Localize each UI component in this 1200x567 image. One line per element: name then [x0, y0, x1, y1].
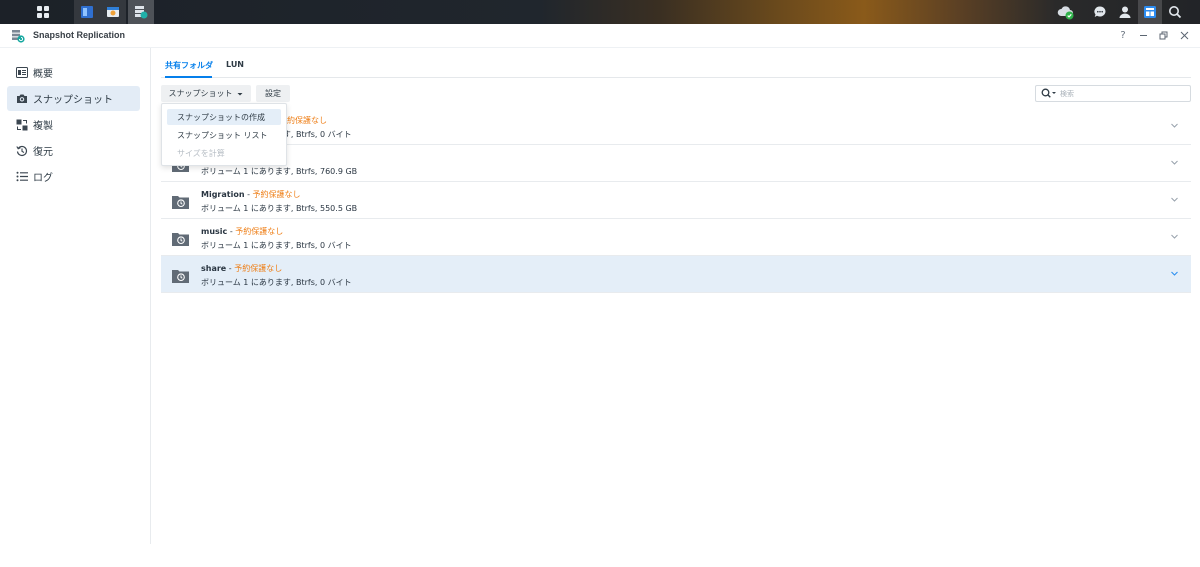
chevron-down-icon[interactable] [1170, 269, 1179, 278]
minimize-button[interactable] [1136, 28, 1150, 42]
search-input[interactable]: 検索 [1060, 89, 1074, 99]
grid-icon [37, 6, 49, 18]
menu-item-calculate-size: サイズを計算 [177, 148, 225, 158]
shared-folder-snapshot-icon [172, 270, 189, 283]
chevron-down-icon[interactable] [1170, 158, 1179, 167]
taskbar [0, 0, 1200, 24]
menu-item-snapshot-list[interactable]: スナップショット リスト [167, 127, 281, 143]
row-name: share - 予約保護なし [201, 264, 283, 273]
log-list-icon [16, 171, 28, 183]
control-panel-taskbar-button[interactable] [100, 0, 126, 24]
chat-bubble-icon [1094, 6, 1106, 17]
row-name: Migration - 予約保護なし [201, 190, 301, 199]
sidebar-item-replication[interactable]: 複製 [7, 112, 140, 137]
row-detail: ボリューム 1 にあります, Btrfs, 0 バイト [201, 241, 352, 250]
list-item[interactable]: ボリューム 1 にあります, Btrfs, 760.9 GB [161, 145, 1191, 182]
settings-button[interactable]: 設定 [256, 85, 290, 102]
cloud-check-icon [1057, 6, 1074, 20]
row-detail: ボリューム 1 にあります, Btrfs, 550.5 GB [201, 204, 358, 213]
sidebar-item-label: ログ [33, 173, 53, 184]
row-name: music - 予約保護なし [201, 227, 284, 236]
search-icon [1041, 88, 1056, 98]
snapshot-button-label: スナップショット [168, 89, 233, 98]
sidebar-item-overview[interactable]: 概要 [7, 60, 140, 85]
sidebar-item-label: 復元 [33, 147, 53, 158]
sidebar-item-label: スナップショット [33, 95, 113, 106]
replication-icon [16, 119, 28, 131]
control-panel-icon [107, 7, 119, 17]
file-station-icon [81, 6, 93, 18]
list-item[interactable]: 予約保護なし ボリューム 1 にあります, Btrfs, 0 バイト [161, 108, 1191, 145]
close-icon [1180, 31, 1188, 39]
sidebar-item-restore[interactable]: 復元 [7, 138, 140, 163]
window-titlebar[interactable] [0, 24, 1200, 48]
shared-folder-snapshot-icon [172, 196, 189, 209]
snapshot-replication-app-icon [12, 30, 25, 43]
protection-status: 予約保護なし [235, 227, 284, 236]
tab-active-indicator [165, 76, 212, 78]
camera-icon [16, 93, 28, 105]
list-item[interactable]: music - 予約保護なし ボリューム 1 にあります, Btrfs, 0 バ… [161, 219, 1191, 256]
chevron-down-icon[interactable] [1170, 121, 1179, 130]
snapshot-replication-icon [135, 6, 148, 19]
protection-status: 予約保護なし [252, 190, 301, 199]
window-bottom-area [0, 544, 1200, 567]
widgets-button[interactable] [1138, 0, 1162, 24]
shared-folder-snapshot-icon [172, 233, 189, 246]
row-detail: ボリューム 1 にあります, Btrfs, 0 バイト [201, 278, 352, 287]
search-taskbar-button[interactable] [1163, 0, 1187, 24]
restore-window-icon [1159, 31, 1167, 39]
list-item[interactable]: share - 予約保護なし ボリューム 1 にあります, Btrfs, 0 バ… [161, 256, 1191, 293]
user-icon [1119, 6, 1131, 18]
minimize-icon [1139, 34, 1147, 36]
search-field[interactable]: 検索 [1035, 85, 1191, 102]
widgets-icon [1144, 6, 1156, 18]
user-menu-button[interactable] [1113, 0, 1137, 24]
chevron-down-icon[interactable] [1170, 232, 1179, 241]
notifications-button[interactable] [1088, 0, 1112, 24]
list-item[interactable]: Migration - 予約保護なし ボリューム 1 にあります, Btrfs,… [161, 182, 1191, 219]
close-button[interactable] [1177, 28, 1191, 42]
sidebar-item-snapshot[interactable]: スナップショット [7, 86, 140, 111]
caret-down-icon [237, 92, 242, 95]
menu-item-create-snapshot[interactable]: スナップショットの作成 [167, 109, 281, 125]
protection-status: 予約保護なし [234, 264, 283, 273]
overview-icon [16, 67, 28, 79]
tab-shared-folders[interactable]: 共有フォルダ [165, 60, 213, 71]
snapshot-replication-taskbar-button[interactable] [128, 0, 154, 24]
snapshot-dropdown-button[interactable]: スナップショット [161, 85, 251, 102]
main-menu-button[interactable] [30, 0, 56, 24]
help-icon: ? [1120, 29, 1126, 41]
snapshot-dropdown-menu: スナップショットの作成 スナップショット リスト サイズを計算 [161, 103, 287, 166]
tab-divider [161, 77, 1191, 78]
sidebar-item-label: 複製 [33, 121, 53, 132]
row-detail: ボリューム 1 にあります, Btrfs, 760.9 GB [201, 167, 358, 176]
window-title: Snapshot Replication [33, 30, 126, 40]
help-button[interactable]: ? [1116, 28, 1130, 42]
sidebar-item-label: 概要 [33, 69, 53, 80]
cloud-sync-status-button[interactable] [1054, 0, 1078, 24]
sidebar: 概要 スナップショット 複製 復元 ログ [0, 48, 151, 544]
restore-icon [16, 145, 28, 157]
search-icon [1169, 6, 1182, 19]
sidebar-item-log[interactable]: ログ [7, 164, 140, 189]
tab-lun[interactable]: LUN [226, 60, 244, 69]
chevron-down-icon[interactable] [1170, 195, 1179, 204]
restore-button[interactable] [1156, 28, 1170, 42]
file-station-taskbar-button[interactable] [74, 0, 100, 24]
